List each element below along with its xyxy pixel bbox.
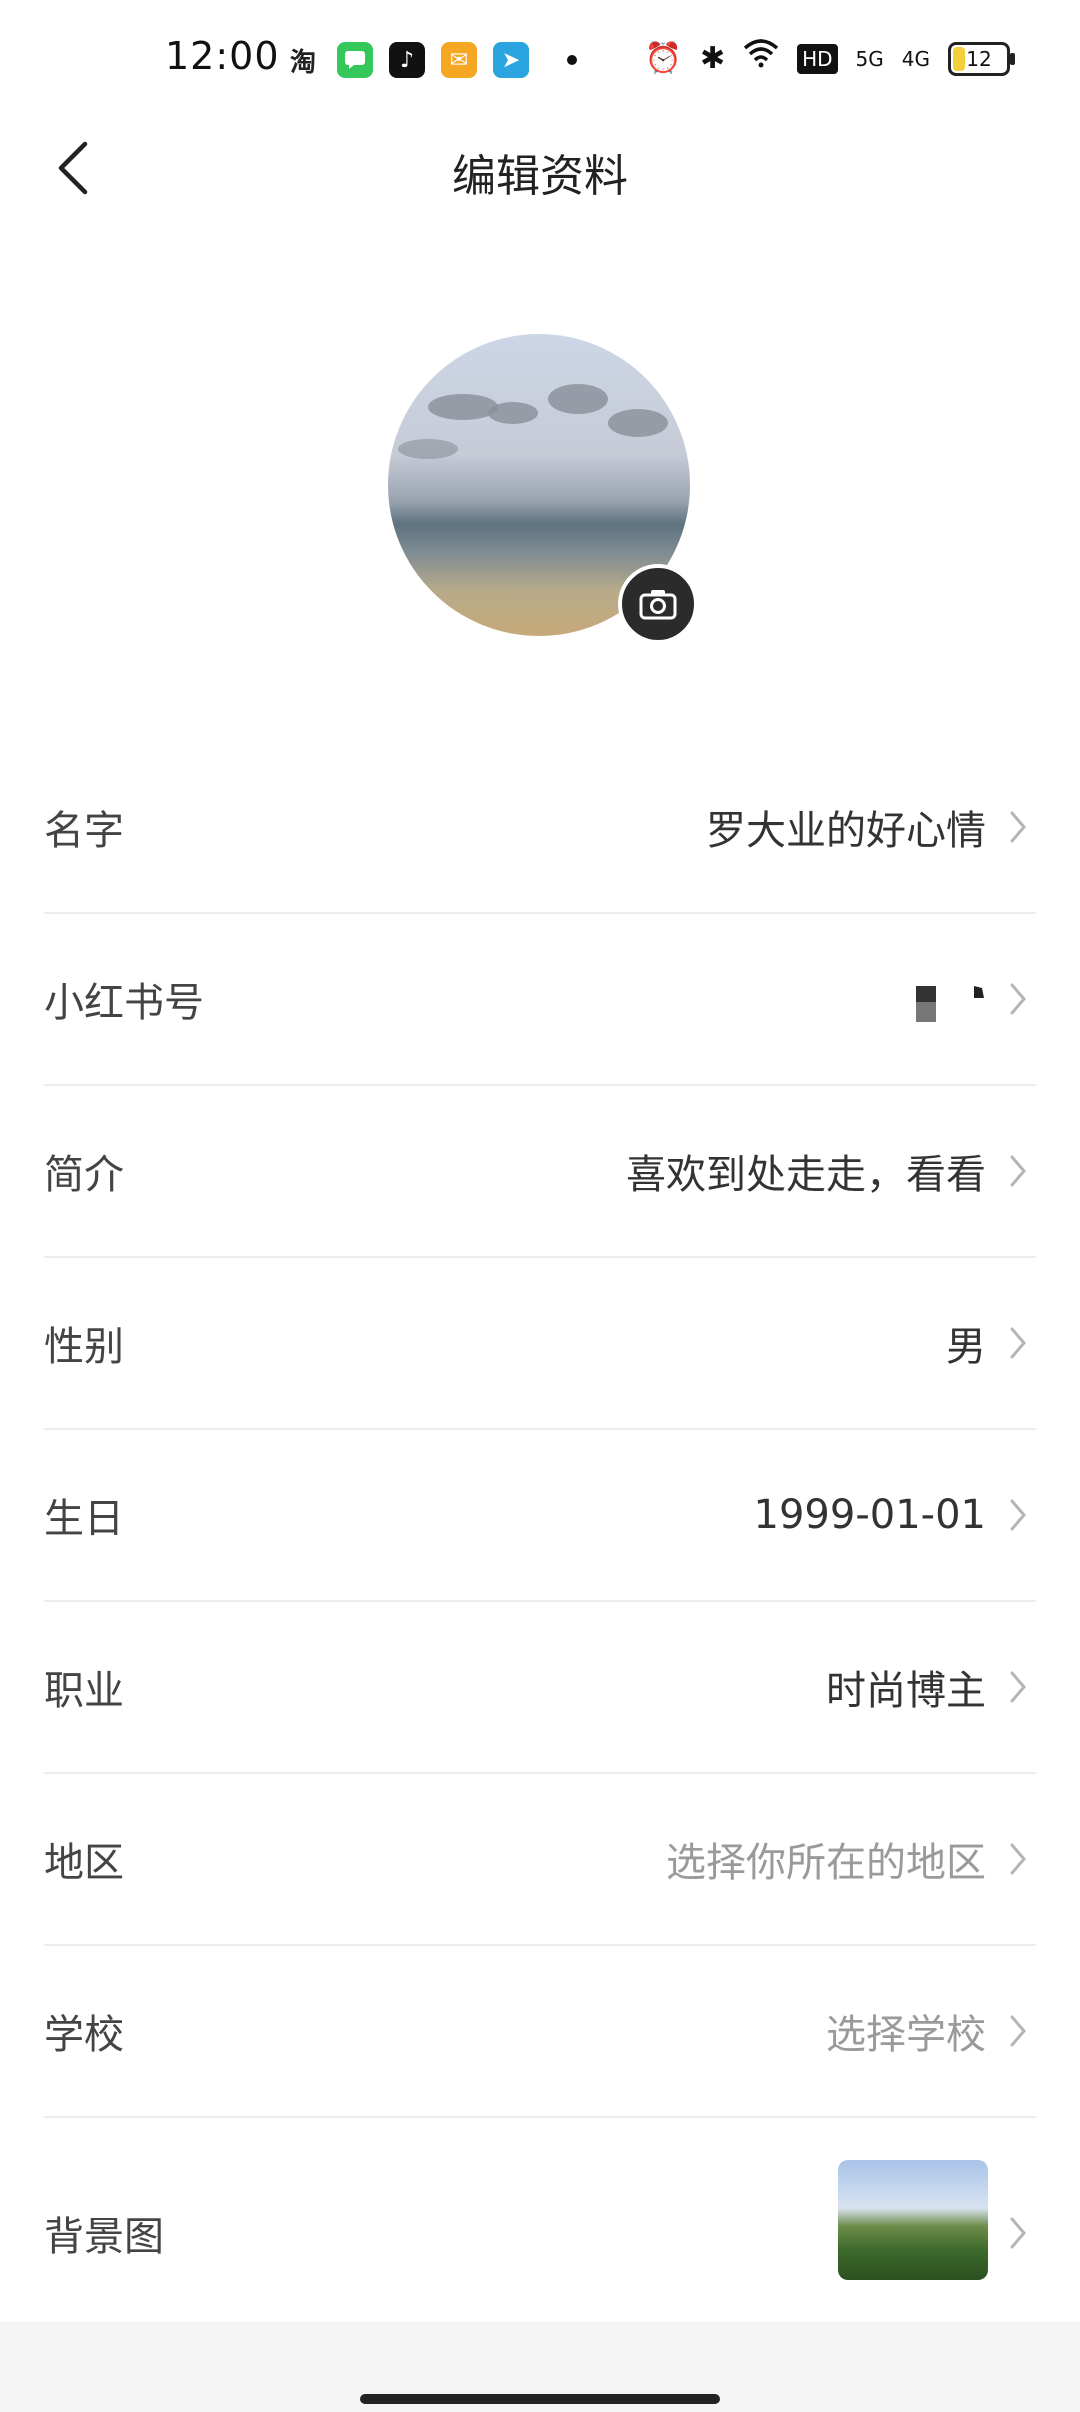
chevron-right-icon <box>1010 1499 1026 1531</box>
redacted-value <box>916 984 986 1024</box>
row-name[interactable]: 名字 罗大业的好心情 <box>44 742 1036 914</box>
row-birthday[interactable]: 生日 1999-01-01 <box>44 1430 1036 1602</box>
row-background-image[interactable]: 背景图 <box>44 2118 1036 2348</box>
alarm-icon: ⏰ <box>644 40 682 76</box>
camera-button[interactable] <box>618 564 698 644</box>
mail-icon: ✉ <box>441 42 477 78</box>
chevron-right-icon <box>1010 1671 1026 1703</box>
notification-icons: 淘 ♪ ✉ ➤ <box>285 42 577 78</box>
page-header: 编辑资料 <box>0 120 1080 220</box>
chevron-right-icon <box>1010 1843 1026 1875</box>
row-placeholder: 选择你所在的地区 <box>666 1840 986 1886</box>
row-label: 学校 <box>44 2012 124 2058</box>
row-label: 背景图 <box>44 2214 164 2260</box>
row-placeholder: 选择学校 <box>826 2012 986 2058</box>
chevron-right-icon <box>1010 2015 1026 2047</box>
row-label: 简介 <box>44 1152 124 1198</box>
row-label: 小红书号 <box>44 980 204 1026</box>
status-time: 12:00 <box>165 34 280 78</box>
row-value: 罗大业的好心情 <box>706 808 986 854</box>
row-red-id[interactable]: 小红书号 <box>44 914 1036 1086</box>
profile-field-list: 名字 罗大业的好心情 小红书号 简介 喜欢到处走走，看看 性别 男 生日 199… <box>44 742 1036 2348</box>
row-label: 生日 <box>44 1496 124 1542</box>
taobao-icon: 淘 <box>285 42 321 78</box>
avatar-editor[interactable] <box>388 334 698 644</box>
background-thumbnail <box>838 2160 988 2280</box>
chevron-right-icon <box>1010 983 1026 1015</box>
home-indicator[interactable] <box>360 2394 720 2404</box>
camera-icon <box>639 590 677 620</box>
row-value: 男 <box>946 1324 986 1370</box>
row-school[interactable]: 学校 选择学校 <box>44 1946 1036 2118</box>
status-indicators: ⏰ ✱ HD 5G 4G 12 <box>644 38 1015 79</box>
row-region[interactable]: 地区 选择你所在的地区 <box>44 1774 1036 1946</box>
chevron-right-icon <box>1010 1327 1026 1359</box>
messages-icon <box>337 42 373 78</box>
row-label: 地区 <box>44 1840 124 1886</box>
row-label: 职业 <box>44 1668 124 1714</box>
row-value: 时尚博主 <box>826 1668 986 1714</box>
row-bio[interactable]: 简介 喜欢到处走走，看看 <box>44 1086 1036 1258</box>
tiktok-icon: ♪ <box>389 42 425 78</box>
signal-5g-icon: 5G <box>855 46 884 71</box>
battery-level: 12 <box>966 46 992 71</box>
row-label: 性别 <box>44 1324 124 1370</box>
chevron-right-icon <box>1010 1155 1026 1187</box>
telegram-icon: ➤ <box>493 42 529 78</box>
wifi-icon <box>743 38 779 79</box>
row-occupation[interactable]: 职业 时尚博主 <box>44 1602 1036 1774</box>
more-notifications-dot <box>567 55 577 65</box>
row-value: 喜欢到处走走，看看 <box>626 1152 986 1198</box>
row-gender[interactable]: 性别 男 <box>44 1258 1036 1430</box>
status-bar: 12:00 淘 ♪ ✉ ➤ ⏰ ✱ HD 5G 4G 12 <box>0 0 1080 120</box>
row-label: 名字 <box>44 808 124 854</box>
bluetooth-icon: ✱ <box>699 40 726 76</box>
page-title: 编辑资料 <box>452 151 628 202</box>
signal-4g-icon: 4G <box>901 46 930 71</box>
row-value: 1999-01-01 <box>753 1492 986 1538</box>
hd-icon: HD <box>797 43 838 74</box>
chevron-right-icon <box>1010 2217 1026 2249</box>
battery-icon: 12 <box>948 41 1015 76</box>
chevron-right-icon <box>1010 811 1026 843</box>
